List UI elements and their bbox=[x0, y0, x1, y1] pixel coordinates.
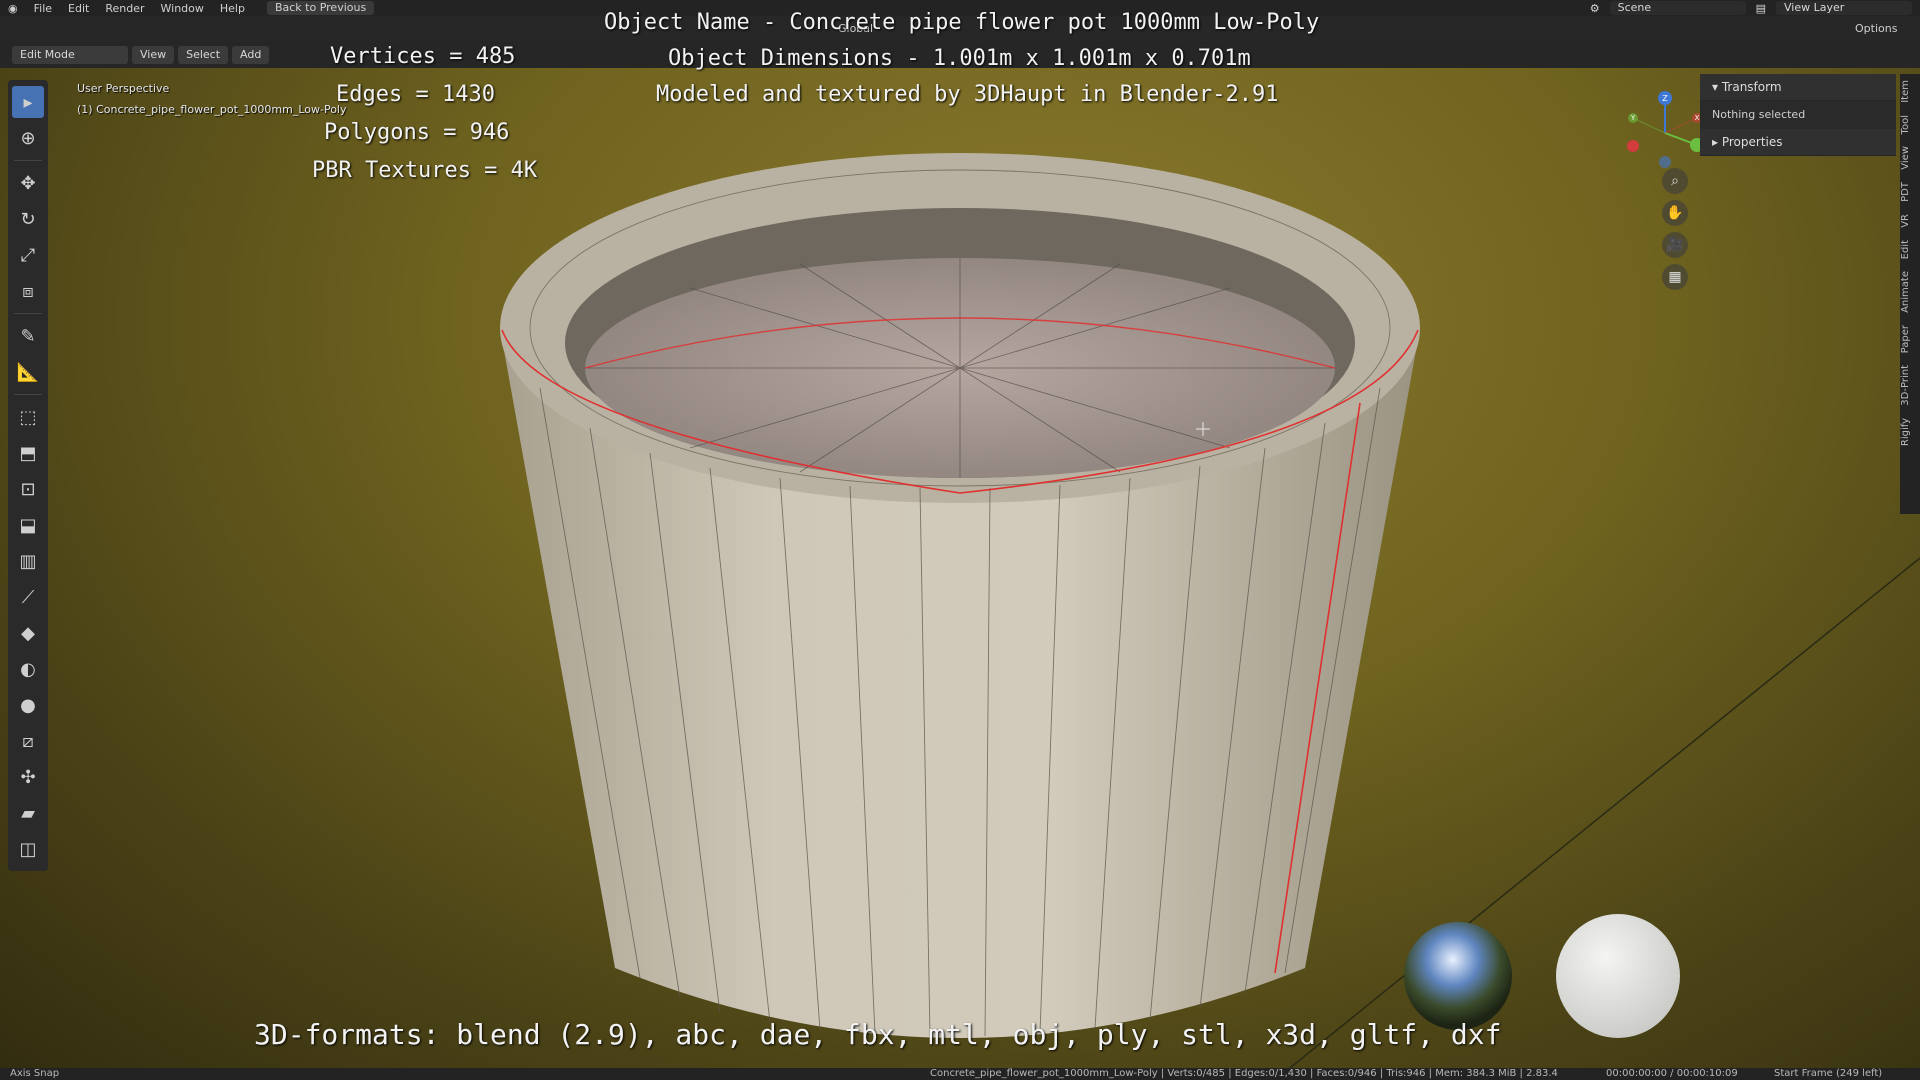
viewport-nav-buttons: ⌕ ✋ 🎥 ▦ bbox=[1662, 168, 1694, 290]
tab-vr[interactable]: VR bbox=[1900, 208, 1920, 234]
menu-edit[interactable]: Edit bbox=[60, 2, 97, 15]
menubar-right: ⚙ Scene ▤ View Layer bbox=[1590, 0, 1912, 16]
status-axis-snap: Axis Snap bbox=[10, 1068, 60, 1079]
scene-field[interactable]: Scene bbox=[1609, 1, 1746, 15]
tab-pdt[interactable]: PDT bbox=[1900, 176, 1920, 208]
active-object-label: (1) Concrete_pipe_flower_pot_1000mm_Low-… bbox=[77, 103, 347, 116]
smooth-icon[interactable]: ● bbox=[12, 689, 44, 721]
overlay-vertices: Vertices = 485 bbox=[330, 44, 516, 69]
properties-label: Properties bbox=[1721, 135, 1783, 149]
view-layer-field[interactable]: View Layer bbox=[1776, 1, 1912, 15]
back-to-previous-button[interactable]: Back to Previous bbox=[266, 1, 375, 15]
matcap-white-sphere bbox=[1556, 914, 1680, 1038]
shrink-fatten-icon[interactable]: ✣ bbox=[12, 761, 44, 793]
toolbar-separator bbox=[14, 313, 42, 314]
knife-icon[interactable]: ⟋ bbox=[12, 581, 44, 613]
menu-render[interactable]: Render bbox=[97, 2, 152, 15]
status-frame: Start Frame (249 left) bbox=[1774, 1068, 1883, 1079]
toolbar-separator bbox=[14, 394, 42, 395]
annotate-icon[interactable]: ✎ bbox=[12, 320, 44, 352]
overlay-object-dimensions: Object Dimensions - 1.001m x 1.001m x 0.… bbox=[668, 46, 1251, 71]
measure-icon[interactable]: 📐 bbox=[12, 356, 44, 388]
tab-view[interactable]: View bbox=[1900, 140, 1920, 176]
menu-select[interactable]: Select bbox=[178, 46, 229, 64]
svg-text:Y: Y bbox=[1630, 114, 1636, 122]
tab-animate[interactable]: Animate bbox=[1900, 265, 1920, 319]
view-layer-icon[interactable]: ▤ bbox=[1756, 2, 1766, 15]
inset-icon[interactable]: ⊡ bbox=[12, 473, 44, 505]
n-panel-tabs: Item Tool View PDT VR Edit Animate Paper… bbox=[1900, 74, 1920, 514]
properties-panel-header[interactable]: ▸ Properties bbox=[1700, 129, 1896, 156]
shear-icon[interactable]: ▰ bbox=[12, 797, 44, 829]
matcap-chrome-sphere bbox=[1404, 922, 1512, 1030]
overlay-polygons: Polygons = 946 bbox=[324, 120, 510, 145]
tab-rigify[interactable]: Rigify bbox=[1900, 412, 1920, 452]
spin-icon[interactable]: ◐ bbox=[12, 653, 44, 685]
overlay-edges: Edges = 1430 bbox=[336, 82, 495, 107]
move-icon[interactable]: ✥ bbox=[12, 167, 44, 199]
tab-3d-print[interactable]: 3D-Print bbox=[1900, 359, 1920, 412]
poly-build-icon[interactable]: ◆ bbox=[12, 617, 44, 649]
blender-logo-icon[interactable]: ◉ bbox=[0, 2, 26, 15]
scene-icon[interactable]: ⚙ bbox=[1590, 2, 1600, 15]
grid-ortho-icon[interactable]: ▦ bbox=[1662, 264, 1688, 290]
status-bar: Axis Snap Concrete_pipe_flower_pot_1000m… bbox=[0, 1068, 1920, 1080]
menu-add[interactable]: Add bbox=[232, 46, 270, 64]
pan-hand-icon[interactable]: ✋ bbox=[1662, 200, 1688, 226]
overlay-object-name: Object Name - Concrete pipe flower pot 1… bbox=[604, 10, 1320, 35]
options-button[interactable]: Options bbox=[1855, 22, 1897, 35]
transform-icon[interactable]: ⧈ bbox=[12, 275, 44, 307]
tab-paper[interactable]: Paper bbox=[1900, 319, 1920, 359]
overlay-modeled-by: Modeled and textured by 3DHaupt in Blend… bbox=[656, 82, 1279, 107]
rip-region-icon[interactable]: ◫ bbox=[12, 833, 44, 865]
select-box-icon[interactable]: ▸ bbox=[12, 86, 44, 118]
add-cube-icon[interactable]: ⬚ bbox=[12, 401, 44, 433]
menu-file[interactable]: File bbox=[26, 2, 60, 15]
pot-mesh-render bbox=[500, 153, 1920, 1068]
toolbar-separator bbox=[14, 160, 42, 161]
tab-item[interactable]: Item bbox=[1900, 74, 1920, 109]
rotate-icon[interactable]: ↻ bbox=[12, 203, 44, 235]
status-scene-stats: Concrete_pipe_flower_pot_1000mm_Low-Poly… bbox=[930, 1068, 1558, 1079]
mode-selector[interactable]: Edit Mode bbox=[12, 46, 128, 64]
bevel-icon[interactable]: ⬓ bbox=[12, 509, 44, 541]
overlay-formats: 3D-formats: blend (2.9), abc, dae, fbx, … bbox=[254, 1018, 1502, 1051]
tab-edit[interactable]: Edit bbox=[1900, 234, 1920, 265]
transform-panel-header[interactable]: ▾ Transform bbox=[1700, 74, 1896, 101]
left-toolbar: ▸ ⊕ ✥ ↻ ⤢ ⧈ ✎ 📐 ⬚ ⬒ ⊡ ⬓ ▥ ⟋ ◆ ◐ ● ⧄ ✣ ▰ … bbox=[8, 80, 48, 871]
tab-tool[interactable]: Tool bbox=[1900, 109, 1920, 140]
menu-help[interactable]: Help bbox=[212, 2, 253, 15]
menu-view[interactable]: View bbox=[132, 46, 175, 64]
zoom-icon[interactable]: ⌕ bbox=[1662, 168, 1688, 194]
loop-cut-icon[interactable]: ▥ bbox=[12, 545, 44, 577]
svg-text:X: X bbox=[1695, 114, 1700, 122]
svg-text:Z: Z bbox=[1662, 94, 1668, 103]
camera-icon[interactable]: 🎥 bbox=[1662, 232, 1688, 258]
overlay-textures: PBR Textures = 4K bbox=[312, 158, 538, 183]
extrude-icon[interactable]: ⬒ bbox=[12, 437, 44, 469]
cursor-icon[interactable]: ⊕ bbox=[12, 122, 44, 154]
transform-label: Transform bbox=[1721, 80, 1782, 94]
perspective-label: User Perspective bbox=[77, 82, 170, 95]
3d-viewport[interactable]: User Perspective (1) Concrete_pipe_flowe… bbox=[0, 68, 1920, 1068]
nothing-selected-label: Nothing selected bbox=[1700, 101, 1896, 129]
edge-slide-icon[interactable]: ⧄ bbox=[12, 725, 44, 757]
scale-icon[interactable]: ⤢ bbox=[12, 239, 44, 271]
status-time: 00:00:00:00 / 00:00:10:09 bbox=[1606, 1068, 1738, 1079]
n-panel: ▾ Transform Nothing selected ▸ Propertie… bbox=[1700, 74, 1896, 156]
menu-window[interactable]: Window bbox=[153, 2, 212, 15]
